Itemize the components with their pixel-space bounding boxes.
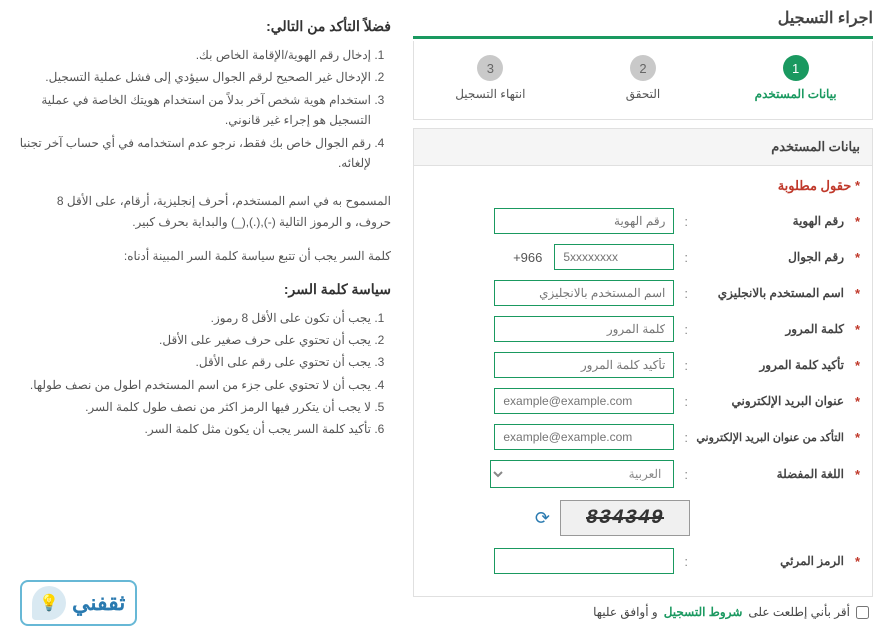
step-2-circle: 2 bbox=[630, 55, 656, 81]
email-input[interactable] bbox=[494, 388, 674, 414]
title-underline bbox=[413, 36, 873, 39]
id-input[interactable] bbox=[494, 208, 674, 234]
user-data-panel: بيانات المستخدم حقول مطلوبة * رقم الهوية… bbox=[413, 128, 873, 597]
list-item: لا يجب أن يتكرر فيها الرمز اكثر من نصف ط… bbox=[18, 397, 371, 417]
required-hint: حقول مطلوبة bbox=[426, 178, 860, 194]
email-confirm-input[interactable] bbox=[494, 424, 674, 450]
list-item: الإدخال غير الصحيح لرقم الجوال سيؤدي إلى… bbox=[18, 67, 371, 87]
refresh-icon[interactable]: ⟳ bbox=[535, 508, 550, 529]
list-item: إدخال رقم الهوية/الإقامة الخاص بك. bbox=[18, 45, 371, 65]
step-1: 1 بيانات المستخدم bbox=[719, 55, 872, 101]
instructions-list-1: إدخال رقم الهوية/الإقامة الخاص بك. الإدخ… bbox=[18, 45, 391, 173]
captcha-input[interactable] bbox=[494, 548, 674, 574]
required-star: * bbox=[850, 250, 860, 265]
lang-label: اللغة المفضلة bbox=[694, 467, 844, 481]
captcha-label: الرمز المرئي bbox=[694, 554, 844, 568]
username-policy: المسموح به في اسم المستخدم، أحرف إنجليزي… bbox=[18, 191, 391, 232]
step-1-label: بيانات المستخدم bbox=[719, 87, 872, 101]
stepper: 1 بيانات المستخدم 2 التحقق 3 انتهاء التس… bbox=[413, 41, 873, 120]
required-star: * bbox=[850, 554, 860, 569]
bulb-icon: 💡 bbox=[32, 586, 66, 620]
instructions-heading-2: سياسة كلمة السر: bbox=[18, 281, 391, 298]
id-label: رقم الهوية bbox=[694, 214, 844, 228]
list-item: يجب أن تكون على الأقل 8 رموز. bbox=[18, 308, 371, 328]
password-confirm-label: تأكيد كلمة المرور bbox=[694, 358, 844, 372]
password-confirm-input[interactable] bbox=[494, 352, 674, 378]
required-star: * bbox=[850, 214, 860, 229]
page-title: اجراء التسجيل bbox=[413, 8, 873, 36]
step-3: 3 انتهاء التسجيل bbox=[414, 55, 567, 101]
agree-suffix: و أوافق عليها bbox=[593, 605, 658, 619]
email-label: عنوان البريد الإلكتروني bbox=[694, 394, 844, 408]
password-intro: كلمة السر يجب أن تتبع سياسة كلمة السر ال… bbox=[18, 246, 391, 266]
list-item: تأكيد كلمة السر يجب أن يكون مثل كلمة الس… bbox=[18, 419, 371, 439]
username-input[interactable] bbox=[494, 280, 674, 306]
required-star: * bbox=[850, 358, 860, 373]
required-star: * bbox=[850, 322, 860, 337]
panel-title: بيانات المستخدم bbox=[414, 129, 872, 166]
mobile-label: رقم الجوال bbox=[694, 250, 844, 264]
captcha-image: 834349 bbox=[560, 500, 690, 536]
site-logo: ثقفني 💡 bbox=[20, 580, 137, 626]
list-item: يجب أن لا تحتوي على جزء من اسم المستخدم … bbox=[18, 375, 371, 395]
list-item: يجب أن تحتوي على رقم على الأقل. bbox=[18, 352, 371, 372]
list-item: استخدام هوية شخص آخر بدلاً من استخدام هو… bbox=[18, 90, 371, 131]
step-3-label: انتهاء التسجيل bbox=[414, 87, 567, 101]
lang-select[interactable]: العربية bbox=[490, 460, 674, 488]
instructions-list-2: يجب أن تكون على الأقل 8 رموز. يجب أن تحت… bbox=[18, 308, 391, 440]
password-label: كلمة المرور bbox=[694, 322, 844, 336]
instructions-heading-1: فضلاً التأكد من التالي: bbox=[18, 18, 391, 35]
password-input[interactable] bbox=[494, 316, 674, 342]
email-confirm-label: التأكد من عنوان البريد الإلكتروني bbox=[694, 431, 844, 444]
terms-link[interactable]: شروط التسجيل bbox=[664, 605, 743, 619]
phone-code: +966 bbox=[513, 250, 542, 265]
username-label: اسم المستخدم بالانجليزي bbox=[694, 286, 844, 300]
required-star: * bbox=[850, 286, 860, 301]
required-star: * bbox=[850, 467, 860, 482]
required-star: * bbox=[850, 394, 860, 409]
step-2-label: التحقق bbox=[567, 87, 720, 101]
step-3-circle: 3 bbox=[477, 55, 503, 81]
agree-checkbox[interactable] bbox=[856, 606, 869, 619]
step-1-circle: 1 bbox=[783, 55, 809, 81]
step-2: 2 التحقق bbox=[567, 55, 720, 101]
mobile-input[interactable] bbox=[554, 244, 674, 270]
list-item: يجب أن تحتوي على حرف صغير على الأقل. bbox=[18, 330, 371, 350]
list-item: رقم الجوال خاص بك فقط، نرجو عدم استخدامه… bbox=[18, 133, 371, 174]
required-star: * bbox=[850, 430, 860, 445]
logo-text: ثقفني bbox=[72, 590, 125, 616]
agree-prefix: أقر بأني إطلعت على bbox=[748, 605, 850, 619]
